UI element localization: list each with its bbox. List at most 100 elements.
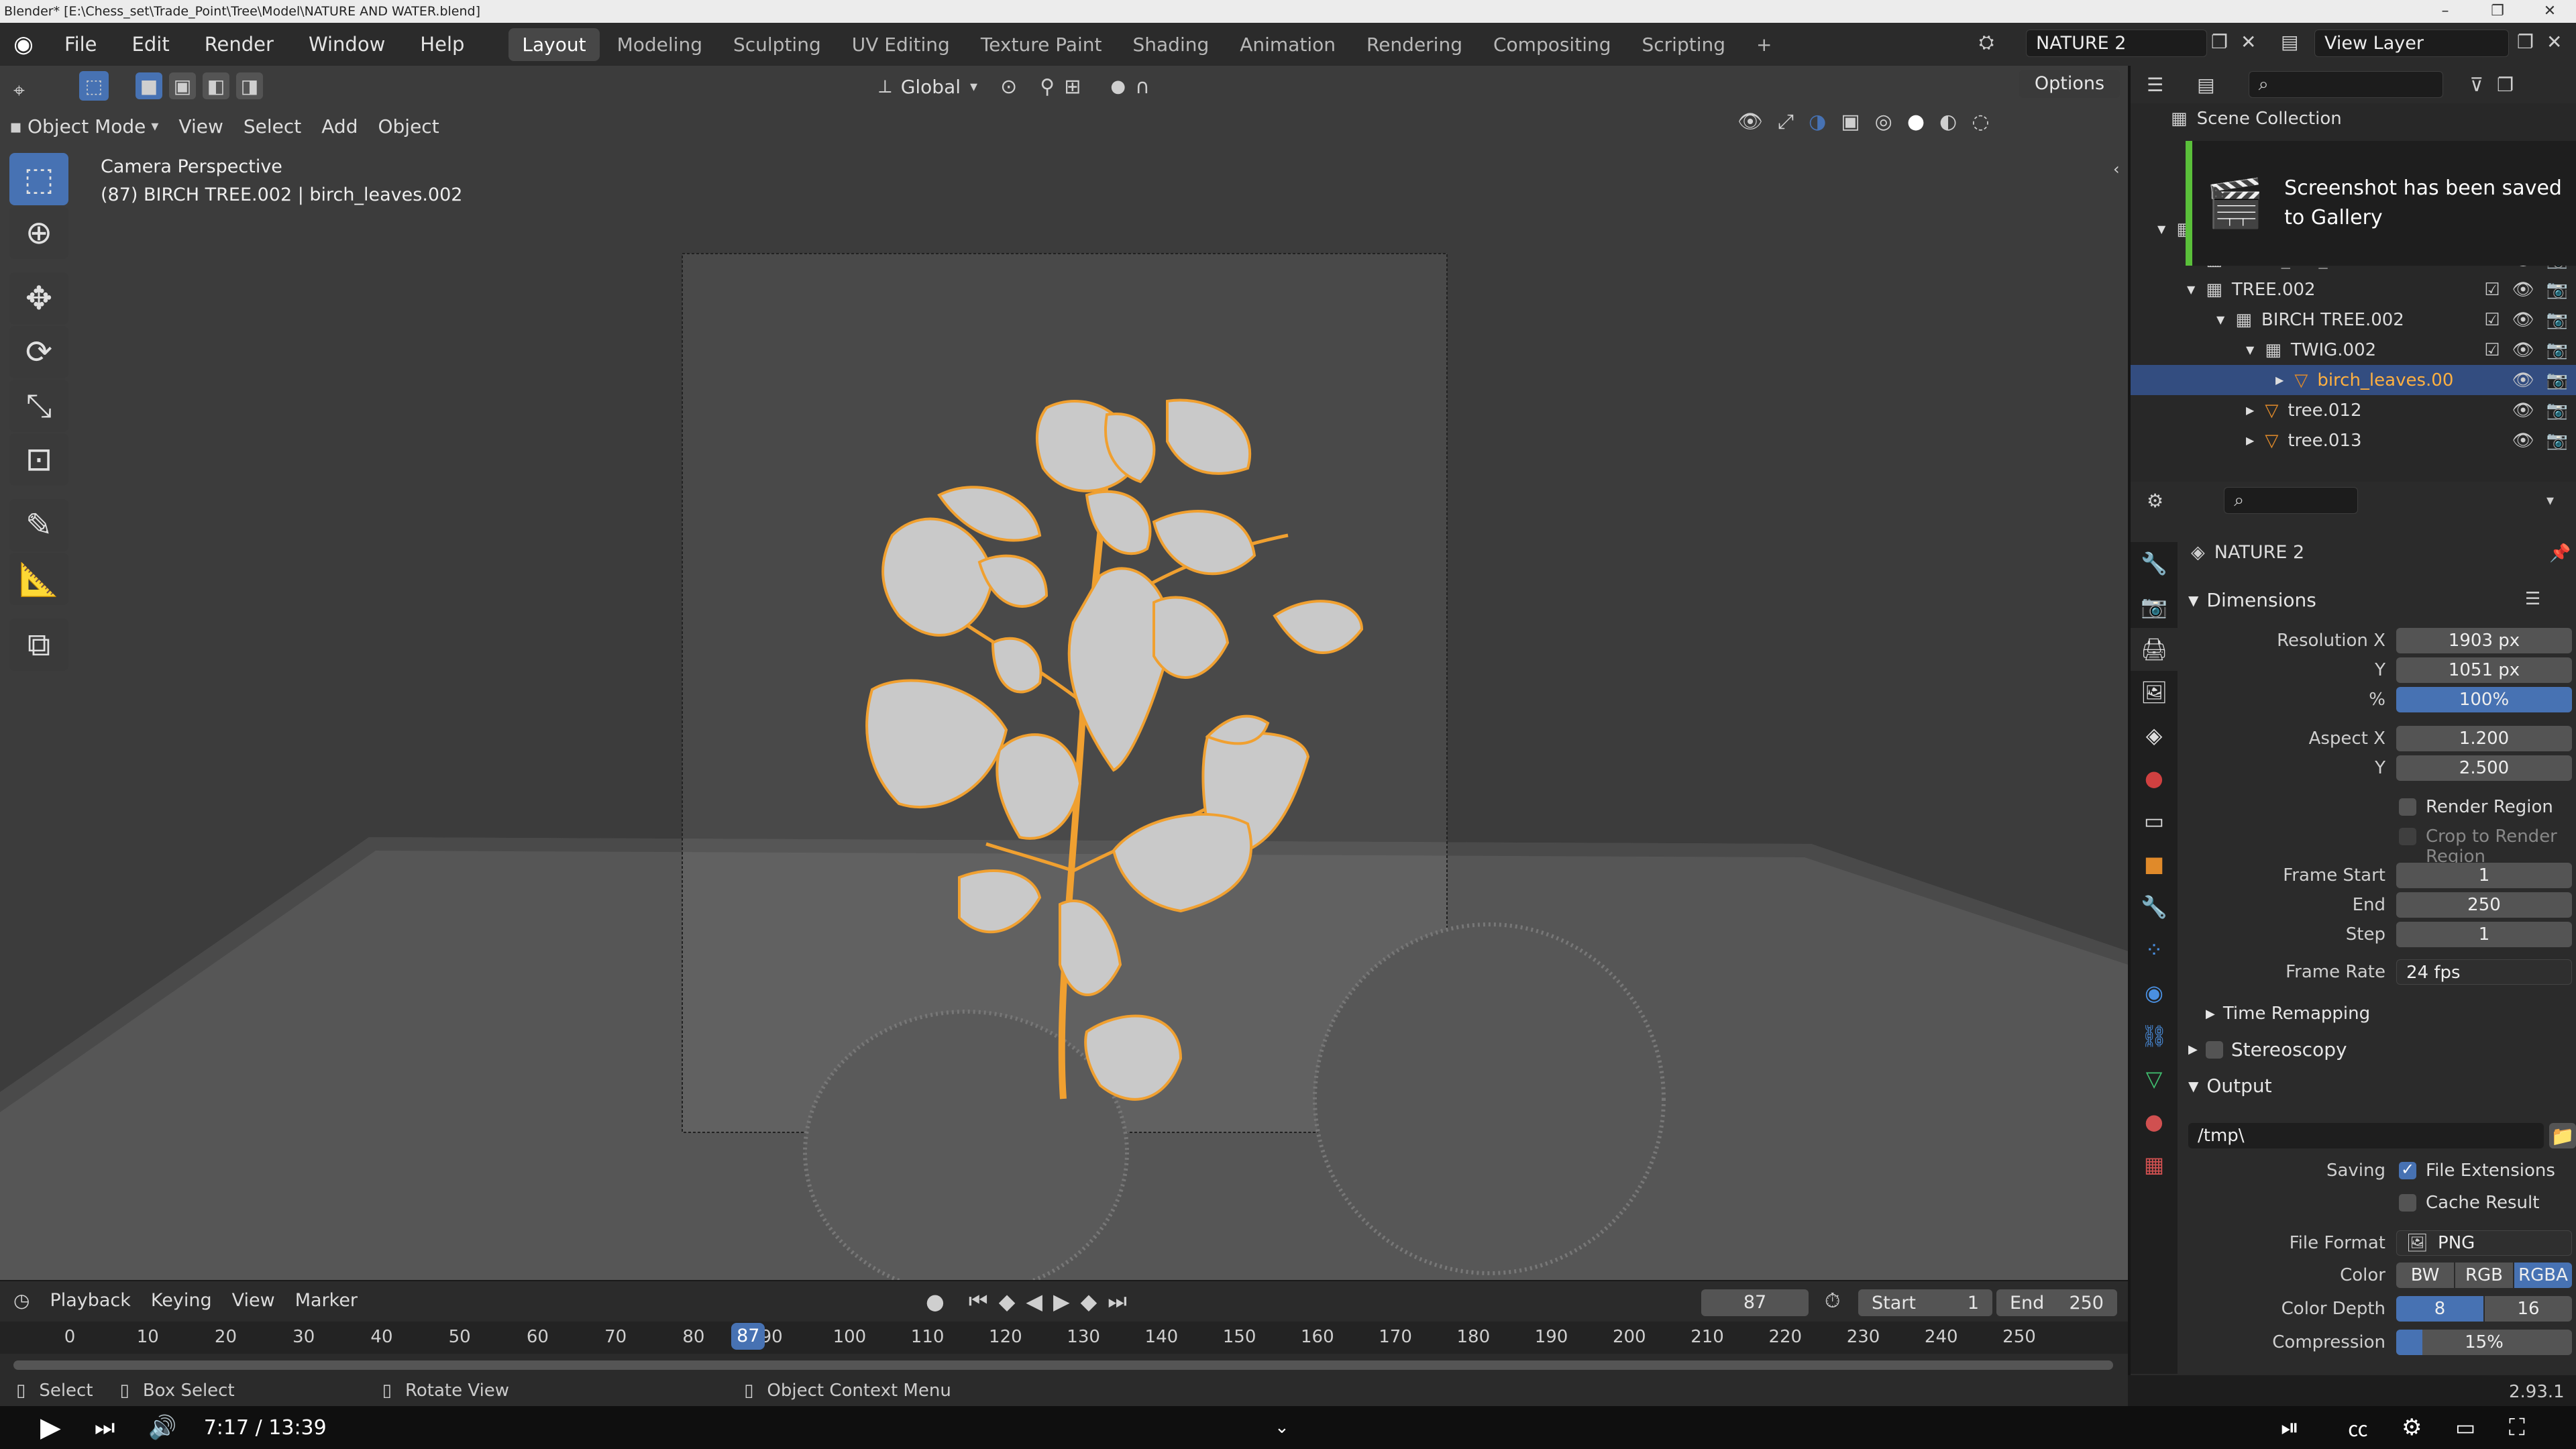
outliner-row[interactable]: ▼ ▦ TWIG.002 ☑ 👁 📷 [2131,335,2576,365]
play-icon[interactable]: ▶ [1053,1289,1070,1314]
select-new-icon[interactable]: ■ [136,72,162,99]
timeline-scrollbar[interactable] [13,1360,2113,1370]
tab-layout[interactable]: Layout [508,28,600,61]
outliner-editor-icon[interactable]: ☰ [2147,74,2163,96]
menu-select[interactable]: Select [244,115,301,138]
new-scene-icon[interactable]: ❐ [2211,31,2228,53]
subtitles-icon[interactable]: ㏄ [2348,1413,2368,1442]
frame-end-field[interactable]: 250 [2396,892,2572,918]
chevron-down-icon[interactable]: ⌄ [1275,1417,1289,1438]
prev-keyframe-icon[interactable]: ◆ [999,1289,1016,1314]
chevron-down-icon[interactable]: ▼ [2187,283,2195,296]
record-icon[interactable]: ● [926,1289,945,1314]
start-frame-field[interactable]: Start 1 [1858,1289,1992,1316]
texture-tab[interactable]: ▦ [2131,1143,2178,1186]
color-rgba-option[interactable]: RGBA [2514,1263,2572,1288]
pin-icon[interactable]: 📌 [2549,543,2571,564]
select-intersect-icon[interactable]: ◨ [236,72,263,99]
eye-icon[interactable]: 👁 [2512,310,2534,330]
select-extend-icon[interactable]: ▣ [169,72,196,99]
chevron-down-icon[interactable]: ▼ [2216,313,2224,326]
tab-scripting[interactable]: Scripting [1629,28,1739,61]
outliner-row[interactable]: ▶ ▽ birch_leaves.00 👁 📷 [2131,365,2576,395]
stereoscopy-panel-header[interactable]: ▶ Stereoscopy [2188,1038,2347,1061]
render-region-checkbox[interactable] [2399,798,2416,816]
menu-file[interactable]: File [47,33,115,56]
aspect-x-field[interactable]: 1.200 [2396,726,2572,751]
cast-icon[interactable]: ▭ [2455,1415,2475,1440]
folder-icon[interactable]: 📁 [2549,1123,2576,1148]
play-icon[interactable]: ▶ [40,1412,61,1443]
object-tab[interactable]: ■ [2131,843,2178,885]
sidebar-toggle-icon[interactable]: ‹ [2113,160,2120,178]
tab-modeling[interactable]: Modeling [604,28,716,61]
fullscreen-icon[interactable]: ⛶ [2509,1414,2525,1441]
depth-8-option[interactable]: 8 [2396,1296,2483,1322]
tab-texture-paint[interactable]: Texture Paint [967,28,1116,61]
eye-icon[interactable]: 👁 [2512,340,2534,360]
outliner-row[interactable]: ▼ ▦ TREE.002 ☑ 👁 📷 [2131,274,2576,305]
tab-sculpting[interactable]: Sculpting [720,28,835,61]
file-format-dropdown[interactable]: 🖼 PNG [2396,1230,2572,1256]
color-rgb-option[interactable]: RGB [2455,1263,2513,1288]
snap-icon[interactable]: ⚲ [1040,75,1055,99]
close-icon[interactable]: ✕ [2524,0,2576,23]
presets-icon[interactable]: ☰ [2525,589,2540,609]
menu-object[interactable]: Object [378,115,439,138]
rotate-tool[interactable]: ⟳ [9,326,68,378]
camera-render-icon[interactable]: 📷 [2546,310,2568,330]
scene-collection-row[interactable]: ▦ Scene Collection [2131,103,2576,133]
exclude-checkbox[interactable]: ☑ [2484,340,2500,360]
aspect-y-field[interactable]: 2.500 [2396,755,2572,781]
frame-ruler[interactable]: 0 10 20 30 40 50 60 70 80 90 100 110 120 130 140 150 160… [0,1322,2128,1354]
material-tab[interactable]: ● [2131,1100,2178,1143]
resolution-y-field[interactable]: 1051 px [2396,657,2572,683]
eye-icon[interactable]: 👁 [2512,400,2534,421]
restore-icon[interactable]: ❐ [2471,0,2524,23]
snap-target-icon[interactable]: ⊞ [1064,75,1081,99]
select-subtract-icon[interactable]: ◧ [203,72,229,99]
camera-render-icon[interactable]: 📷 [2546,370,2568,390]
tab-rendering[interactable]: Rendering [1353,28,1476,61]
world-tab[interactable]: ● [2131,757,2178,800]
particles-tab[interactable]: ⁘ [2131,928,2178,971]
display-mode-icon[interactable]: ▤ [2197,74,2214,96]
timeline-editor-icon[interactable]: ◷ [13,1289,30,1311]
eye-icon[interactable]: 👁 [2512,370,2534,390]
cursor-tool[interactable]: ⊕ [9,207,68,259]
chevron-down-icon[interactable]: ▾ [2546,492,2554,509]
frame-start-field[interactable]: 1 [2396,863,2572,888]
next-keyframe-icon[interactable]: ◆ [1081,1289,1097,1314]
volume-icon[interactable]: 🔊 [148,1414,176,1441]
menu-view[interactable]: View [232,1290,275,1311]
cache-result-checkbox[interactable] [2399,1194,2416,1212]
outliner-row[interactable]: ▶ ▽ tree.012 👁 📷 [2131,395,2576,425]
compression-slider[interactable]: 15% [2396,1330,2572,1355]
menu-render[interactable]: Render [187,33,291,56]
overlays-icon[interactable]: ◑ [1809,110,1826,133]
menu-window[interactable]: Window [291,33,402,56]
play-reverse-icon[interactable]: ◀ [1026,1289,1042,1314]
tab-animation[interactable]: Animation [1226,28,1349,61]
outliner-row[interactable]: ▶ ▽ tree.013 👁 📷 [2131,425,2576,455]
add-cube-tool[interactable]: ⧉ [9,619,68,671]
color-bw-option[interactable]: BW [2396,1263,2454,1288]
outliner-search-input[interactable]: ⌕ [2248,71,2443,98]
scene-browse-icon[interactable]: ⛭ [1979,31,1994,54]
camera-render-icon[interactable]: 📷 [2546,340,2568,360]
time-remapping-subpanel[interactable]: ▶ Time Remapping [2206,1004,2370,1024]
menu-keying[interactable]: Keying [151,1290,212,1311]
output-path-input[interactable]: /tmp\ [2188,1123,2544,1148]
xray-icon[interactable]: ▣ [1841,110,1860,133]
scene-tab[interactable]: ◈ [2131,714,2178,757]
chevron-down-icon[interactable]: ▼ [2157,223,2165,235]
pivot-point-icon[interactable]: ⊙ [1000,75,1017,99]
collection-tab[interactable]: ▭ [2131,800,2178,843]
dimensions-panel-header[interactable]: ▼ Dimensions [2188,589,2316,611]
stopwatch-icon[interactable]: ⏱ [1825,1289,1840,1313]
delete-view-layer-icon[interactable]: ✕ [2546,31,2562,53]
exclude-checkbox[interactable]: ☑ [2484,280,2500,300]
transform-orientation-dropdown[interactable]: Global [901,76,961,98]
depth-16-option[interactable]: 16 [2485,1296,2572,1322]
tab-compositing[interactable]: Compositing [1480,28,1625,61]
